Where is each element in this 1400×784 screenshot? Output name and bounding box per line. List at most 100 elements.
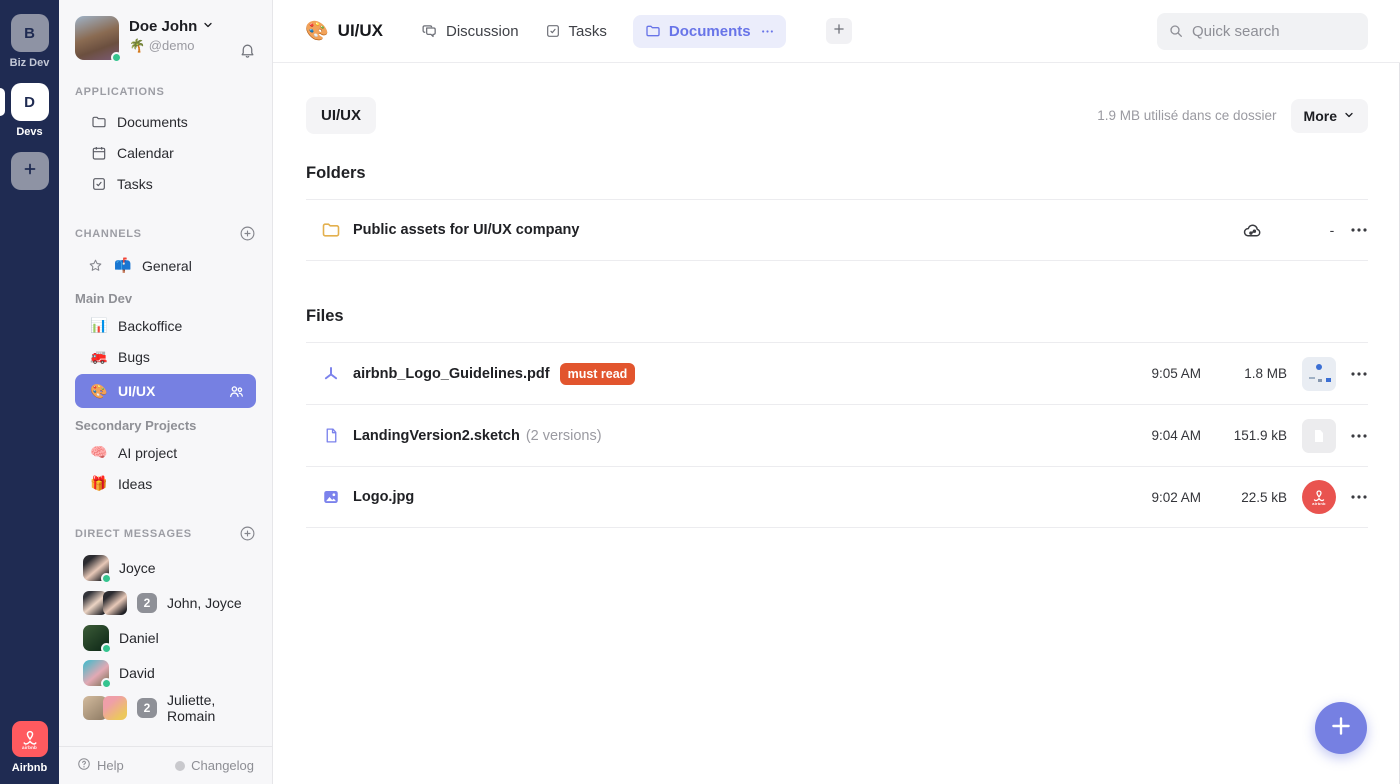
- documents-content: UI/UX 1.9 MB utilisé dans ce dossier Mor…: [273, 63, 1400, 528]
- changelog-button[interactable]: Changelog: [175, 758, 254, 773]
- add-workspace-button[interactable]: [11, 152, 49, 190]
- user-meta: Doe John 🌴 @demo: [129, 16, 214, 54]
- folder-size: -: [1327, 222, 1337, 238]
- star-icon[interactable]: [87, 258, 104, 273]
- channel-uiux-selected[interactable]: 🎨 UI/UX: [75, 374, 256, 408]
- unread-badge: 2: [137, 593, 157, 613]
- search-input[interactable]: [1192, 23, 1357, 40]
- dm-name: John, Joyce: [167, 595, 242, 611]
- add-channel-icon[interactable]: [239, 225, 256, 242]
- help-button[interactable]: Help: [77, 757, 124, 774]
- company-label: Airbnb: [12, 762, 47, 774]
- more-options-icon[interactable]: [1350, 221, 1368, 239]
- channel-bugs[interactable]: 🚒 Bugs: [75, 341, 256, 372]
- file-name: Logo.jpg: [353, 489, 414, 505]
- workspace-devs-label: Devs: [16, 126, 42, 138]
- sidebar-item-calendar[interactable]: Calendar: [75, 137, 256, 168]
- tab-bar: Discussion Tasks Documents: [421, 15, 852, 48]
- channel-general[interactable]: 📫 General: [75, 250, 256, 281]
- toolbar-row: UI/UX 1.9 MB utilisé dans ce dossier Mor…: [306, 97, 1368, 134]
- quick-search[interactable]: [1157, 13, 1368, 50]
- file-row-pdf[interactable]: airbnb_Logo_Guidelines.pdf must read 9:0…: [306, 342, 1368, 404]
- workspace-bizdev[interactable]: B Biz Dev: [0, 14, 59, 69]
- check-square-icon: [90, 176, 107, 192]
- breadcrumb[interactable]: UI/UX: [306, 97, 376, 134]
- more-button[interactable]: More: [1291, 99, 1368, 133]
- channel-title-emoji: 🎨: [305, 19, 329, 43]
- chevron-down-icon[interactable]: [202, 18, 214, 35]
- airbnb-wordmark: airbnb: [1312, 501, 1325, 506]
- add-dm-icon[interactable]: [239, 525, 256, 542]
- help-label: Help: [97, 758, 124, 773]
- image-icon: [320, 488, 342, 506]
- add-tab-button[interactable]: [826, 18, 852, 44]
- user-name: Doe John: [129, 18, 197, 35]
- changelog-label: Changelog: [191, 758, 254, 773]
- sidebar: Doe John 🌴 @demo APPLICATIONS Documents …: [59, 0, 273, 784]
- workspace-devs-button[interactable]: D: [11, 83, 49, 121]
- folder-icon: [645, 23, 661, 39]
- file-name: airbnb_Logo_Guidelines.pdf: [353, 366, 550, 382]
- channel-group-title: Main Dev: [75, 291, 256, 306]
- dm-daniel[interactable]: Daniel: [75, 620, 256, 655]
- sidebar-item-tasks[interactable]: Tasks: [75, 168, 256, 199]
- applications-title: APPLICATIONS: [75, 86, 164, 98]
- plus-icon: [21, 160, 39, 183]
- channel-title-text: UI/UX: [338, 21, 383, 41]
- applications-section-header: APPLICATIONS: [75, 86, 256, 98]
- sidebar-item-documents[interactable]: Documents: [75, 106, 256, 137]
- channel-backoffice[interactable]: 📊 Backoffice: [75, 310, 256, 341]
- file-row-logo[interactable]: Logo.jpg 9:02 AM 22.5 kB airbnb: [306, 466, 1368, 528]
- file-thumbnail[interactable]: [1302, 357, 1336, 391]
- more-options-icon[interactable]: [1350, 365, 1368, 383]
- tab-documents[interactable]: Documents: [633, 15, 786, 48]
- channel-emoji: 🚒: [90, 348, 108, 365]
- file-time: 9:04 AM: [1143, 428, 1201, 443]
- more-options-icon[interactable]: [1350, 488, 1368, 506]
- cloud-share-icon[interactable]: [1242, 220, 1263, 241]
- channel-emoji: 📊: [90, 317, 108, 334]
- rail-bottom: airbnb Airbnb: [12, 721, 48, 784]
- channels-title: CHANNELS: [75, 228, 142, 240]
- notifications-bell-icon[interactable]: [239, 42, 256, 62]
- add-file-fab[interactable]: [1315, 702, 1367, 754]
- avatar-group: [83, 696, 127, 720]
- file-thumbnail[interactable]: airbnb: [1302, 480, 1336, 514]
- members-icon[interactable]: [228, 383, 245, 400]
- tab-options-icon[interactable]: [761, 25, 774, 38]
- channel-ideas[interactable]: 🎁 Ideas: [75, 468, 256, 499]
- plus-icon: [1328, 713, 1354, 744]
- chevron-down-icon: [1343, 108, 1355, 124]
- company-logo-button[interactable]: airbnb: [12, 721, 48, 757]
- dm-joyce[interactable]: Joyce: [75, 550, 256, 585]
- channel-label: UI/UX: [118, 383, 155, 399]
- user-profile[interactable]: Doe John 🌴 @demo: [75, 16, 256, 60]
- file-size: 151.9 kB: [1223, 428, 1287, 443]
- tab-discussion[interactable]: Discussion: [421, 23, 519, 40]
- file-row-sketch[interactable]: LandingVersion2.sketch (2 versions) 9:04…: [306, 404, 1368, 466]
- help-icon: [77, 757, 91, 774]
- folder-row[interactable]: Public assets for UI/UX company -: [306, 199, 1368, 261]
- online-status-dot: [101, 643, 112, 654]
- user-avatar[interactable]: [75, 16, 119, 60]
- dm-david[interactable]: David: [75, 655, 256, 690]
- tab-label: Documents: [669, 23, 751, 40]
- storage-usage-text: 1.9 MB utilisé dans ce dossier: [1097, 108, 1276, 123]
- dm-juliette-romain[interactable]: 2 Juliette, Romain: [75, 690, 256, 725]
- more-options-icon[interactable]: [1350, 427, 1368, 445]
- main-area: 🎨 UI/UX Discussion Tasks Documents: [273, 0, 1400, 784]
- chat-icon: [421, 23, 438, 40]
- file-size: 22.5 kB: [1223, 490, 1287, 505]
- channel-group-title: Secondary Projects: [75, 418, 256, 433]
- workspace-devs[interactable]: D Devs: [0, 83, 59, 138]
- channel-ai-project[interactable]: 🧠 AI project: [75, 437, 256, 468]
- workspace-bizdev-button[interactable]: B: [11, 14, 49, 52]
- search-icon: [1168, 23, 1184, 39]
- file-name: LandingVersion2.sketch: [353, 428, 520, 444]
- file-thumbnail[interactable]: [1302, 419, 1336, 453]
- active-workspace-indicator: [0, 88, 5, 116]
- dm-john-joyce[interactable]: 2 John, Joyce: [75, 585, 256, 620]
- plus-icon: [832, 22, 846, 41]
- tab-tasks[interactable]: Tasks: [545, 23, 607, 40]
- online-status-dot: [101, 573, 112, 584]
